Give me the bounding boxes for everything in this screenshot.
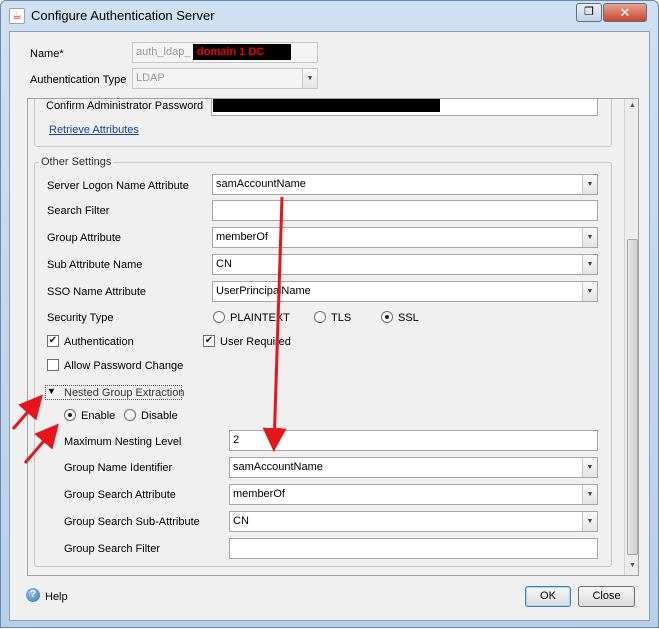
help-link[interactable]: Help xyxy=(45,591,68,603)
sso-name-attribute-value: UserPrincipalName xyxy=(216,285,311,297)
group-attribute-value: memberOf xyxy=(216,231,268,243)
security-ssl-label: SSL xyxy=(398,312,419,324)
server-logon-name-label: Server Logon Name Attribute xyxy=(47,180,189,192)
nested-enable-label: Enable xyxy=(81,410,116,422)
security-type-label: Security Type xyxy=(47,312,114,324)
chevron-down-icon[interactable]: ▼ xyxy=(582,228,597,247)
group-name-identifier-value: samAccountName xyxy=(233,461,323,473)
group-search-attribute-label: Group Search Attribute xyxy=(64,489,176,501)
close-button[interactable]: Close xyxy=(578,586,635,607)
restore-button[interactable]: ❐ xyxy=(576,3,602,22)
java-app-icon: ☕ xyxy=(9,8,25,24)
name-label: Name* xyxy=(30,48,64,60)
sub-attribute-name-select[interactable]: CN ▼ xyxy=(212,254,598,275)
authentication-type-select[interactable]: LDAP ▼ xyxy=(132,68,318,89)
group-search-filter-input[interactable] xyxy=(229,538,598,559)
scroll-down-icon[interactable]: ▼ xyxy=(625,559,638,573)
authentication-type-label: Authentication Type xyxy=(30,74,127,86)
close-window-button[interactable]: ✕ xyxy=(603,3,647,22)
security-plaintext-label: PLAINTEXT xyxy=(230,312,290,324)
nested-disable-label: Disable xyxy=(141,410,178,422)
authentication-checkbox[interactable]: ✔ xyxy=(47,335,59,347)
allow-password-change-label: Allow Password Change xyxy=(64,360,184,372)
window-title: Configure Authentication Server xyxy=(31,8,215,23)
settings-scroll-panel: Confirm Administrator Password Retrieve … xyxy=(27,98,639,576)
scroll-up-icon[interactable]: ▲ xyxy=(625,99,638,113)
sso-name-attribute-select[interactable]: UserPrincipalName ▼ xyxy=(212,281,598,302)
group-name-identifier-label: Group Name Identifier xyxy=(64,462,173,474)
other-settings-title: Other Settings xyxy=(39,156,114,168)
group-search-sub-attribute-value: CN xyxy=(233,515,249,527)
password-redaction xyxy=(213,99,440,112)
security-tls-label: TLS xyxy=(331,312,352,324)
nested-group-extraction-title: Nested Group Extraction xyxy=(64,387,185,399)
ok-button[interactable]: OK xyxy=(525,586,571,607)
group-search-sub-attribute-select[interactable]: CN ▼ xyxy=(229,511,598,532)
chevron-down-icon[interactable]: ▼ xyxy=(582,512,597,531)
help-icon[interactable]: ? xyxy=(26,588,40,602)
authentication-type-value: LDAP xyxy=(136,72,165,84)
name-redaction-label: domain 1 DC xyxy=(193,44,291,60)
nested-disable-radio[interactable] xyxy=(124,409,136,421)
security-ssl-radio[interactable] xyxy=(381,311,393,323)
group-search-sub-attribute-label: Group Search Sub-Attribute xyxy=(64,516,200,528)
search-filter-input[interactable] xyxy=(212,200,598,221)
security-tls-radio[interactable] xyxy=(314,311,326,323)
user-required-checkbox[interactable]: ✔ xyxy=(203,335,215,347)
max-nesting-level-value: 2 xyxy=(233,434,240,446)
name-value: auth_ldap_ xyxy=(136,46,191,58)
chevron-down-icon[interactable]: ▼ xyxy=(582,175,597,194)
vertical-scrollbar[interactable]: ▲ ▼ xyxy=(624,99,638,575)
group-search-attribute-select[interactable]: memberOf ▼ xyxy=(229,484,598,505)
security-plaintext-radio[interactable] xyxy=(213,311,225,323)
chevron-down-icon[interactable]: ▼ xyxy=(582,458,597,477)
chevron-down-icon[interactable]: ▼ xyxy=(582,282,597,301)
group-attribute-label: Group Attribute xyxy=(47,232,121,244)
group-search-filter-label: Group Search Filter xyxy=(64,543,160,555)
group-name-identifier-select[interactable]: samAccountName ▼ xyxy=(229,457,598,478)
group-attribute-select[interactable]: memberOf ▼ xyxy=(212,227,598,248)
chevron-down-icon[interactable]: ▼ xyxy=(582,485,597,504)
title-bar[interactable]: ☕ Configure Authentication Server ❐ ✕ xyxy=(1,1,658,31)
allow-password-change-checkbox[interactable] xyxy=(47,359,59,371)
server-logon-name-value: samAccountName xyxy=(216,178,306,190)
max-nesting-level-label: Maximum Nesting Level xyxy=(64,436,182,448)
confirm-admin-password-label: Confirm Administrator Password xyxy=(46,100,204,112)
retrieve-attributes-link[interactable]: Retrieve Attributes xyxy=(49,124,139,136)
authentication-label: Authentication xyxy=(64,336,134,348)
dialog-window: ☕ Configure Authentication Server ❐ ✕ Na… xyxy=(0,0,659,628)
nested-enable-radio[interactable] xyxy=(64,409,76,421)
sub-attribute-name-label: Sub Attribute Name xyxy=(47,259,143,271)
sso-name-attribute-label: SSO Name Attribute xyxy=(47,286,147,298)
chevron-down-icon[interactable]: ▼ xyxy=(582,255,597,274)
chevron-down-icon: ▼ xyxy=(302,69,317,88)
server-logon-name-select[interactable]: samAccountName ▼ xyxy=(212,174,598,195)
collapse-triangle-icon: ▼ xyxy=(47,386,56,396)
search-filter-label: Search Filter xyxy=(47,205,110,217)
max-nesting-level-input[interactable]: 2 xyxy=(229,430,598,451)
sub-attribute-name-value: CN xyxy=(216,258,232,270)
scroll-thumb[interactable] xyxy=(627,239,638,555)
user-required-label: User Required xyxy=(220,336,291,348)
group-search-attribute-value: memberOf xyxy=(233,488,285,500)
